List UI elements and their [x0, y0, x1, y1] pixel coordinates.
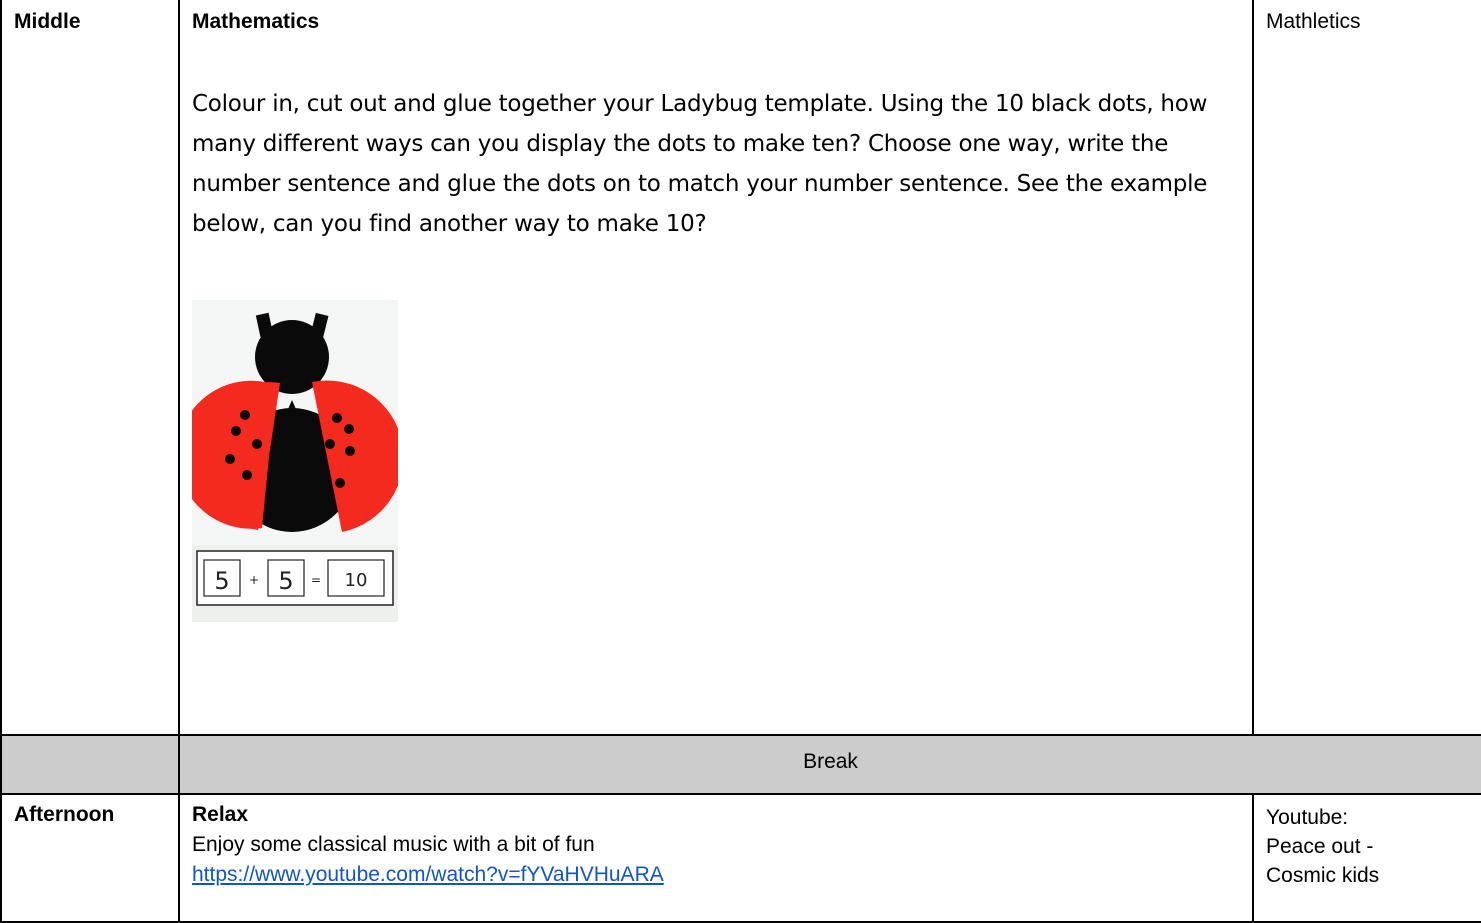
- schedule-row-break: Break: [0, 734, 1481, 795]
- equation-addend-1: 5: [214, 567, 229, 595]
- time-slot-cell: Afternoon: [0, 793, 180, 923]
- resource-line: Cosmic kids: [1266, 864, 1380, 887]
- break-cell: Break: [178, 734, 1481, 795]
- activity-description: Enjoy some classical music with a bit of…: [192, 833, 595, 856]
- youtube-link[interactable]: https://www.youtube.com/watch?v=fYVaHVHu…: [192, 863, 664, 886]
- resource-cell: Mathletics: [1252, 0, 1481, 736]
- subject-title: Mathematics: [192, 10, 320, 33]
- ladybug-example-image: 5 + 5 = 10: [192, 300, 398, 622]
- equation-plus: +: [249, 573, 259, 587]
- resource-label: Youtube: Peace out - Cosmic kids: [1266, 803, 1469, 890]
- schedule-row-middle: Middle Mathematics Colour in, cut out an…: [0, 0, 1481, 736]
- resource-line: Peace out -: [1266, 835, 1374, 858]
- equation-equals: =: [311, 573, 321, 587]
- subject-title: Relax: [192, 803, 249, 826]
- time-slot-label: Middle: [14, 10, 81, 33]
- schedule-row-afternoon: Afternoon Relax Enjoy some classical mus…: [0, 793, 1481, 923]
- resource-label: Mathletics: [1266, 10, 1361, 33]
- resource-line: Youtube:: [1266, 806, 1349, 829]
- resource-cell: Youtube: Peace out - Cosmic kids: [1252, 793, 1481, 923]
- activity-cell: Relax Enjoy some classical music with a …: [178, 793, 1254, 923]
- equation-sum: 10: [345, 570, 368, 591]
- time-slot-cell: Middle: [0, 0, 180, 736]
- break-label: Break: [803, 750, 858, 773]
- break-empty-cell: [0, 734, 180, 795]
- activity-cell: Mathematics Colour in, cut out and glue …: [178, 0, 1254, 736]
- schedule-table: Middle Mathematics Colour in, cut out an…: [0, 0, 1481, 923]
- equation-addend-2: 5: [278, 567, 293, 595]
- activity-instructions: Colour in, cut out and glue together you…: [192, 91, 1208, 237]
- time-slot-label: Afternoon: [14, 803, 115, 826]
